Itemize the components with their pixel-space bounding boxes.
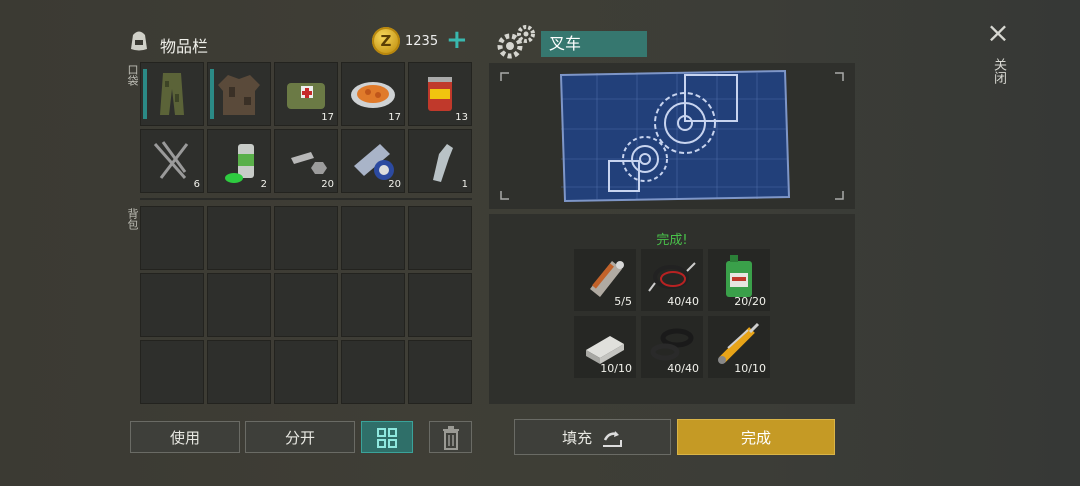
gears-icon — [497, 25, 535, 59]
backpack-slot[interactable] — [274, 206, 338, 270]
complete-button[interactable]: 完成 — [677, 419, 835, 455]
material-slot[interactable]: 20/20 — [708, 249, 770, 311]
inventory-title: 物品栏 — [160, 37, 209, 56]
backpack-slot[interactable] — [274, 273, 338, 337]
motor-oil-icon — [726, 255, 752, 297]
backpack-slot[interactable] — [341, 340, 405, 404]
coin-count: 1235 — [405, 34, 439, 49]
add-coins-button[interactable]: + — [446, 27, 468, 53]
material-slot[interactable]: 10/10 — [708, 316, 770, 378]
sort-button[interactable] — [361, 421, 413, 453]
blueprint-gears-icon — [559, 69, 791, 203]
pocket-slot[interactable]: 2 — [207, 129, 271, 193]
backpack-slot[interactable] — [207, 340, 271, 404]
backpack-icon — [131, 31, 147, 51]
pocket-slot[interactable] — [207, 62, 271, 126]
backpack-slot[interactable] — [274, 340, 338, 404]
backpack-slot[interactable] — [207, 273, 271, 337]
pocket-grid: 17 17 13 6 2 20 20 1 — [140, 62, 480, 196]
craft-status: 完成! — [656, 233, 688, 248]
material-slot[interactable]: 5/5 — [574, 249, 636, 311]
material-slot[interactable]: 10/10 — [574, 316, 636, 378]
backpack-slot[interactable] — [140, 273, 204, 337]
plastic-bottle-icon — [433, 144, 453, 182]
backpack-slot[interactable] — [341, 273, 405, 337]
pocket-slot[interactable]: 20 — [341, 129, 405, 193]
coin-icon: Z — [372, 27, 400, 55]
recipe-name: 叉车 — [541, 31, 647, 57]
pocket-slot[interactable]: 20 — [274, 129, 338, 193]
trash-button[interactable] — [429, 421, 472, 453]
split-button[interactable]: 分开 — [245, 421, 355, 453]
pocket-slot[interactable]: 17 — [341, 62, 405, 126]
material-slot[interactable]: 40/40 — [641, 316, 703, 378]
use-button[interactable]: 使用 — [130, 421, 240, 453]
fill-button-label: 填充 — [562, 429, 593, 447]
backpack-label: 背包 — [126, 208, 139, 230]
blueprint-panel — [489, 63, 855, 209]
spray-can-icon — [225, 144, 254, 183]
camo-jacket-icon — [218, 75, 260, 115]
backpack-slot[interactable] — [408, 273, 472, 337]
pocket-slot[interactable]: 1 — [408, 129, 472, 193]
fill-button[interactable]: 填充 — [514, 419, 671, 455]
pocket-slot[interactable]: 13 — [408, 62, 472, 126]
backpack-slot[interactable] — [408, 206, 472, 270]
backpack-slot[interactable] — [140, 340, 204, 404]
backpack-slot[interactable] — [341, 206, 405, 270]
close-icon[interactable]: × — [986, 18, 1010, 48]
grid-sort-icon — [377, 428, 397, 448]
material-slot[interactable]: 40/40 — [641, 249, 703, 311]
section-divider — [140, 198, 472, 200]
nails-icon — [153, 141, 189, 179]
backpack-slot[interactable] — [140, 206, 204, 270]
pocket-slot[interactable]: 17 — [274, 62, 338, 126]
pocket-slot[interactable] — [140, 62, 204, 126]
backpack-slot[interactable] — [408, 340, 472, 404]
refill-arrow-icon — [602, 430, 622, 447]
trash-icon — [442, 426, 459, 450]
pocket-slot[interactable]: 6 — [140, 129, 204, 193]
close-label[interactable]: 关闭 — [989, 58, 1008, 84]
backpack-slot[interactable] — [207, 206, 271, 270]
camo-pants-icon — [160, 73, 184, 115]
pocket-label: 口袋 — [126, 64, 139, 86]
backpack-grid — [140, 206, 480, 406]
